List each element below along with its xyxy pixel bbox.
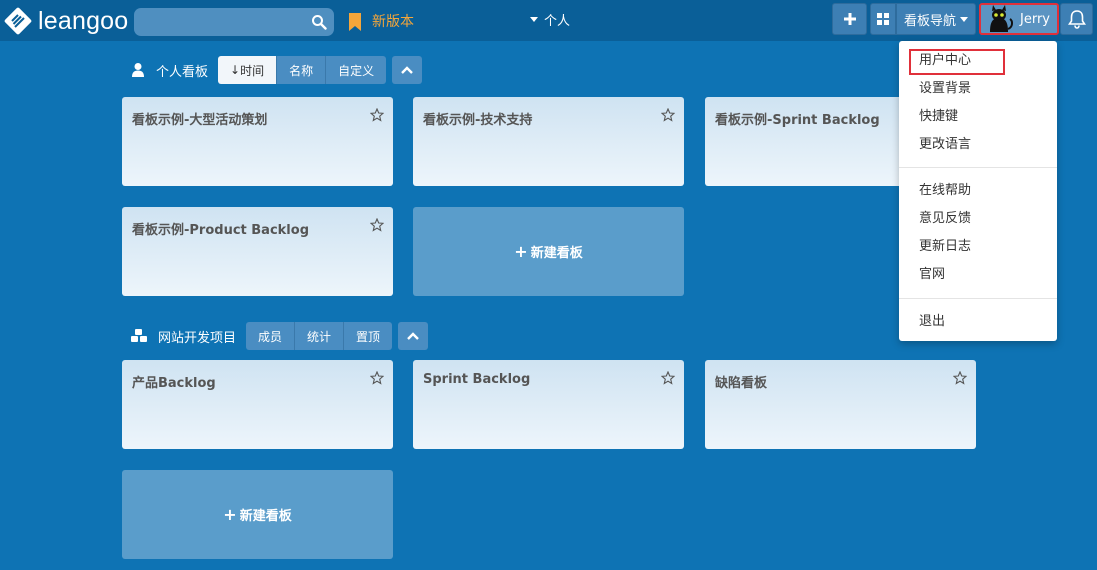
star-icon[interactable] [370, 371, 384, 385]
collapse-button[interactable] [392, 56, 423, 84]
menu-item-feedback[interactable]: 意见反馈 [919, 209, 971, 229]
tab-members[interactable]: 成员 [246, 322, 296, 350]
board-title: 看板示例-技术支持 [423, 113, 533, 128]
user-dropdown-menu: 用户中心 设置背景 快捷键 更改语言 在线帮助 意见反馈 更新日志 官网 退出 [899, 41, 1057, 341]
tab-label: 置顶 [356, 329, 381, 344]
sort-tabs: ↓ 时间 名称 自定义 [218, 56, 387, 84]
star-icon[interactable] [953, 371, 967, 385]
tab-label: 名称 [289, 63, 314, 78]
search-icon[interactable] [311, 14, 327, 30]
star-icon[interactable] [370, 108, 384, 122]
menu-item-user-center[interactable]: 用户中心 [919, 51, 971, 71]
logo[interactable]: leangoo [4, 7, 128, 35]
menu-divider [899, 298, 1057, 299]
sort-down-icon: ↓ [230, 63, 241, 77]
tab-label: 统计 [307, 329, 332, 344]
board-card[interactable]: 看板示例-大型活动策划 [122, 97, 393, 186]
logo-text: leangoo [38, 7, 129, 35]
bell-icon [1067, 10, 1086, 29]
board-title: 看板示例-Product Backlog [132, 223, 309, 238]
board-title: 缺陷看板 [715, 376, 768, 391]
star-icon[interactable] [661, 108, 675, 122]
menu-item-official-site[interactable]: 官网 [919, 265, 945, 285]
personal-boards-header: 个人看板 ↓ 时间 名称 自定义 [130, 56, 423, 84]
tab-sort-name[interactable]: 名称 [277, 56, 327, 84]
menu-item-set-background[interactable]: 设置背景 [919, 79, 971, 99]
chevron-up-icon [401, 66, 413, 74]
new-board-label: 新建看板 [239, 509, 292, 524]
menu-item-changelog[interactable]: 更新日志 [919, 237, 971, 257]
star-icon[interactable] [661, 371, 675, 385]
tab-label: 自定义 [338, 63, 375, 78]
tab-sort-time[interactable]: ↓ 时间 [218, 56, 278, 84]
project-header: 网站开发项目 成员 统计 置顶 [130, 322, 429, 350]
user-menu-button[interactable]: Jerry [979, 3, 1059, 35]
bookmark-icon [349, 13, 361, 31]
notification-button[interactable] [1060, 3, 1093, 35]
board-card[interactable]: 缺陷看板 [705, 360, 976, 449]
new-board-label: 新建看板 [530, 246, 583, 261]
star-icon[interactable] [370, 218, 384, 232]
search-input[interactable] [134, 8, 334, 36]
board-title: 看板示例-Sprint Backlog [715, 113, 880, 128]
menu-item-logout[interactable]: 退出 [919, 312, 945, 332]
board-card[interactable]: Sprint Backlog [413, 360, 684, 449]
cubes-icon [131, 329, 147, 342]
top-bar: leangoo 新版本 个人 看板导航 Jerry [0, 0, 1097, 41]
tab-pin-top[interactable]: 置顶 [344, 322, 393, 350]
new-version-label: 新版本 [372, 14, 414, 30]
board-title: Sprint Backlog [423, 372, 531, 387]
board-title: 看板示例-大型活动策划 [132, 113, 268, 128]
tab-label: 成员 [258, 329, 283, 344]
section-title: 网站开发项目 [158, 330, 237, 346]
board-card[interactable]: 看板示例-Product Backlog [122, 207, 393, 296]
tab-sort-custom[interactable]: 自定义 [326, 56, 387, 84]
chevron-down-icon [960, 16, 968, 22]
new-board-button[interactable]: + 新建看板 [122, 470, 393, 559]
menu-item-online-help[interactable]: 在线帮助 [919, 181, 971, 201]
add-button[interactable] [832, 3, 867, 35]
board-grid-button[interactable] [870, 3, 896, 35]
personal-nav-dropdown[interactable]: 个人 [530, 10, 570, 29]
tab-label: 时间 [240, 63, 265, 78]
personal-nav-label: 个人 [544, 14, 571, 29]
tab-statistics[interactable]: 统计 [295, 322, 345, 350]
board-card[interactable]: 产品Backlog [122, 360, 393, 449]
chevron-up-icon [407, 332, 419, 340]
plus-icon: + [514, 242, 528, 261]
plus-icon: + [223, 505, 237, 524]
collapse-button[interactable] [398, 322, 429, 350]
user-icon [132, 63, 144, 77]
menu-divider [899, 167, 1057, 168]
new-version-link[interactable]: 新版本 [348, 12, 414, 32]
grid-icon [877, 13, 889, 25]
avatar [984, 5, 1014, 33]
project-tabs: 成员 统计 置顶 [246, 322, 393, 350]
board-nav-label: 看板导航 [903, 13, 956, 29]
chevron-down-icon [530, 17, 538, 22]
menu-item-shortcuts[interactable]: 快捷键 [919, 107, 958, 127]
leangoo-logo-icon [4, 7, 32, 35]
menu-item-change-language[interactable]: 更改语言 [919, 135, 971, 155]
new-board-button[interactable]: + 新建看板 [413, 207, 684, 296]
section-title: 个人看板 [156, 64, 209, 80]
board-card[interactable]: 看板示例-技术支持 [413, 97, 684, 186]
user-name: Jerry [1020, 11, 1050, 27]
board-title: 产品Backlog [132, 376, 216, 391]
board-nav-button[interactable]: 看板导航 [896, 3, 976, 35]
plus-icon [843, 13, 856, 25]
